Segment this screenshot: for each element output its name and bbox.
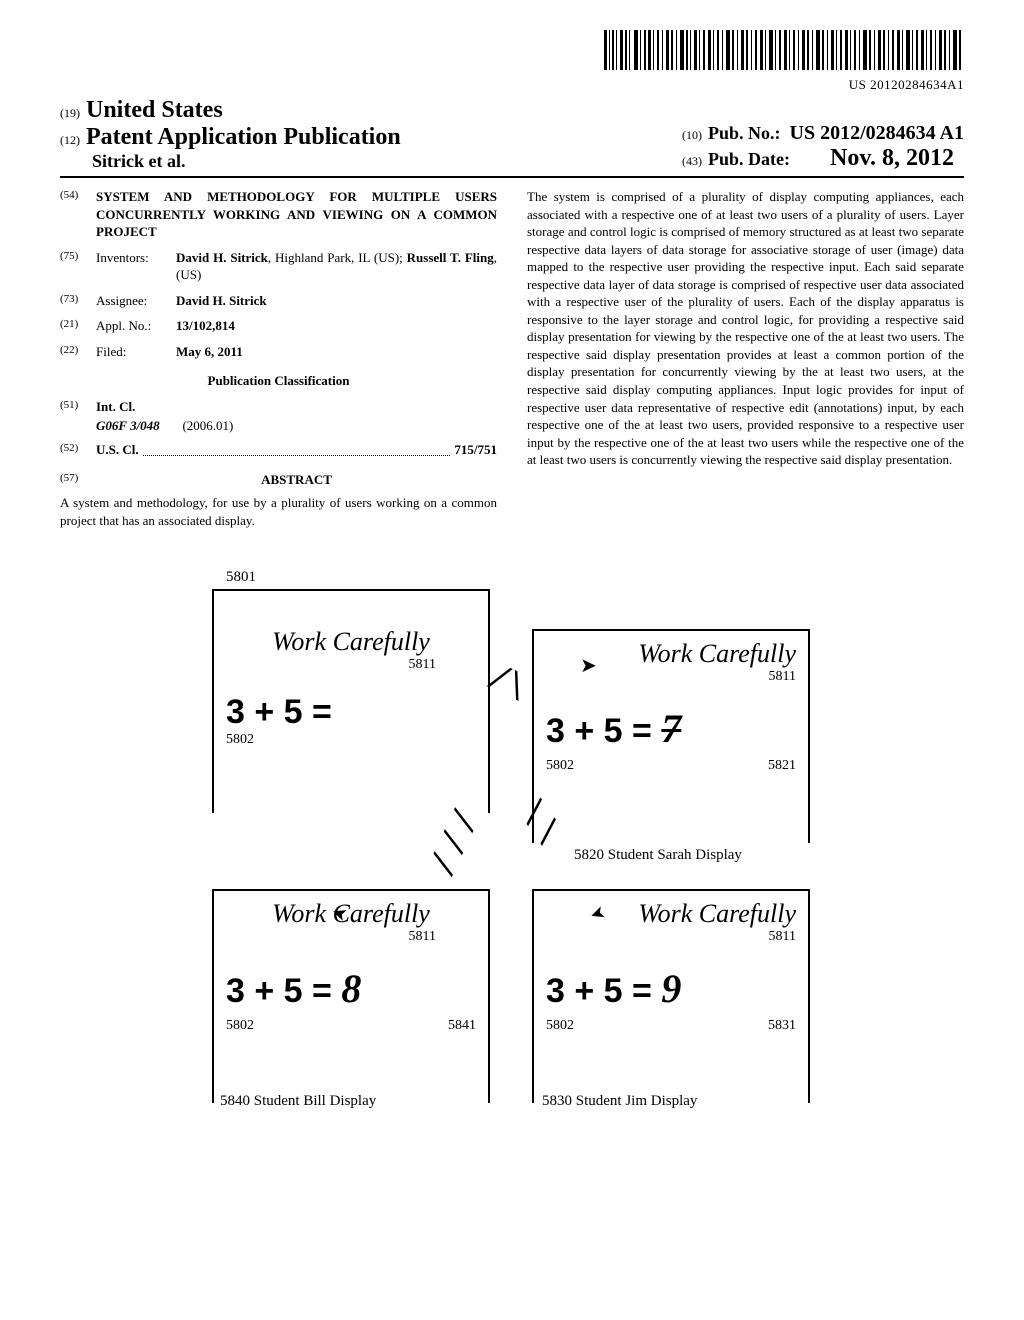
barcode-area: US 20120284634A1 — [60, 30, 964, 93]
ref-5820: 5820 Student Sarah Display — [574, 847, 742, 864]
uscl-code: (52) — [60, 441, 96, 459]
pub-no-code: (10) — [682, 128, 702, 142]
uscl-label: U.S. Cl. — [96, 441, 139, 459]
doc-type-code: (12) — [60, 133, 80, 147]
filed-value: May 6, 2011 — [176, 343, 497, 361]
abstract-paragraph-1: A system and methodology, for use by a p… — [60, 494, 497, 529]
answer-8: 8 — [341, 966, 361, 1011]
intcl-label: Int. Cl. — [96, 398, 135, 416]
sarah-display-box: Work Carefully 5811 3 + 5 = 7 58025821 — [532, 629, 810, 843]
ref-5830: 5830 Student Jim Display — [542, 1093, 697, 1110]
pub-date-code: (43) — [682, 154, 702, 168]
ref-5831: 5831 — [768, 1018, 796, 1034]
ref-5802-br: 5802 — [546, 1018, 574, 1034]
ref-5811-tl: 5811 — [226, 657, 476, 673]
ref-5802-bl: 5802 — [226, 1018, 254, 1034]
ref-5811-bl: 5811 — [226, 929, 476, 945]
equation-tl: 3 + 5 = — [226, 693, 476, 732]
bill-display-box: Work Carefully 5811 3 + 5 = 8 5802 5841 — [212, 889, 490, 1103]
script-text-tl: Work Carefully — [226, 627, 476, 657]
inventors-value: David H. Sitrick, Highland Park, IL (US)… — [176, 249, 497, 284]
arrowhead-sarah: ➤ — [580, 653, 597, 678]
barcode-graphic — [604, 30, 964, 70]
inventors-label: Inventors: — [96, 249, 176, 284]
barcode-text: US 20120284634A1 — [60, 77, 964, 93]
assignee-label: Assignee: — [96, 292, 176, 310]
country: United States — [86, 97, 223, 123]
right-column: The system is comprised of a plurality o… — [527, 188, 964, 529]
assignee-value: David H. Sitrick — [176, 292, 497, 310]
ref-5802-tl: 5802 — [226, 732, 476, 748]
title-code: (54) — [60, 188, 96, 241]
equation-br: 3 + 5 = 9 — [546, 965, 796, 1012]
answer-7: 7 — [661, 706, 681, 751]
ref-5802-tr: 5802 — [546, 758, 574, 774]
assignee-code: (73) — [60, 292, 96, 310]
applno-label: Appl. No.: — [96, 317, 176, 335]
ref-5821: 5821 — [768, 758, 796, 774]
pub-no-label: Pub. No.: — [708, 123, 781, 143]
applno-value: 13/102,814 — [176, 317, 497, 335]
uscl-value: 715/751 — [454, 441, 497, 459]
pub-date-label: Pub. Date: — [708, 149, 790, 169]
abstract-paragraph-2: The system is comprised of a plurality o… — [527, 188, 964, 469]
pub-no: US 2012/0284634 A1 — [790, 122, 964, 144]
intcl-code: (51) — [60, 398, 96, 416]
invention-title: SYSTEM AND METHODOLOGY FOR MULTIPLE USER… — [96, 188, 497, 241]
pub-date: Nov. 8, 2012 — [830, 145, 954, 171]
filed-code: (22) — [60, 343, 96, 361]
equation-tr: 3 + 5 = 7 — [546, 705, 796, 752]
abstract-heading: ABSTRACT — [96, 471, 497, 489]
teacher-display-box: Work Carefully 5811 3 + 5 = 5802 — [212, 589, 490, 813]
filed-label: Filed: — [96, 343, 176, 361]
arrow-to-sarah: ╱ ╲ — [488, 664, 528, 701]
ref-5840: 5840 Student Bill Display — [220, 1093, 376, 1110]
equation-bl: 3 + 5 = 8 — [226, 965, 476, 1012]
inventors-code: (75) — [60, 249, 96, 284]
doc-type: Patent Application Publication — [86, 124, 401, 150]
intcl-value: G06F 3/048 — [96, 418, 160, 433]
arrow-to-bill: ╱ ╱ ╱ — [428, 809, 478, 876]
left-column: (54) SYSTEM AND METHODOLOGY FOR MULTIPLE… — [60, 188, 497, 529]
ref-5841: 5841 — [448, 1018, 476, 1034]
authors: Sitrick et al. — [60, 151, 401, 172]
script-text-bl: Work Carefully — [226, 899, 476, 929]
dots-leader — [143, 441, 451, 456]
ref-5811-br: 5811 — [546, 929, 796, 945]
applno-code: (21) — [60, 317, 96, 335]
ref-5801: 5801 — [226, 569, 256, 586]
answer-9: 9 — [661, 966, 681, 1011]
patent-figure: 5801 5810 Teacher Display Work Carefully… — [192, 569, 832, 1169]
country-code: (19) — [60, 106, 80, 120]
script-text-br: Work Carefully — [546, 899, 796, 929]
header: (19) United States (12) Patent Application… — [60, 97, 964, 178]
pub-classification-heading: Publication Classification — [60, 372, 497, 390]
jim-display-box: Work Carefully 5811 3 + 5 = 9 5802 5831 — [532, 889, 810, 1103]
intcl-date: (2006.01) — [182, 418, 233, 433]
abstract-code: (57) — [60, 471, 96, 489]
